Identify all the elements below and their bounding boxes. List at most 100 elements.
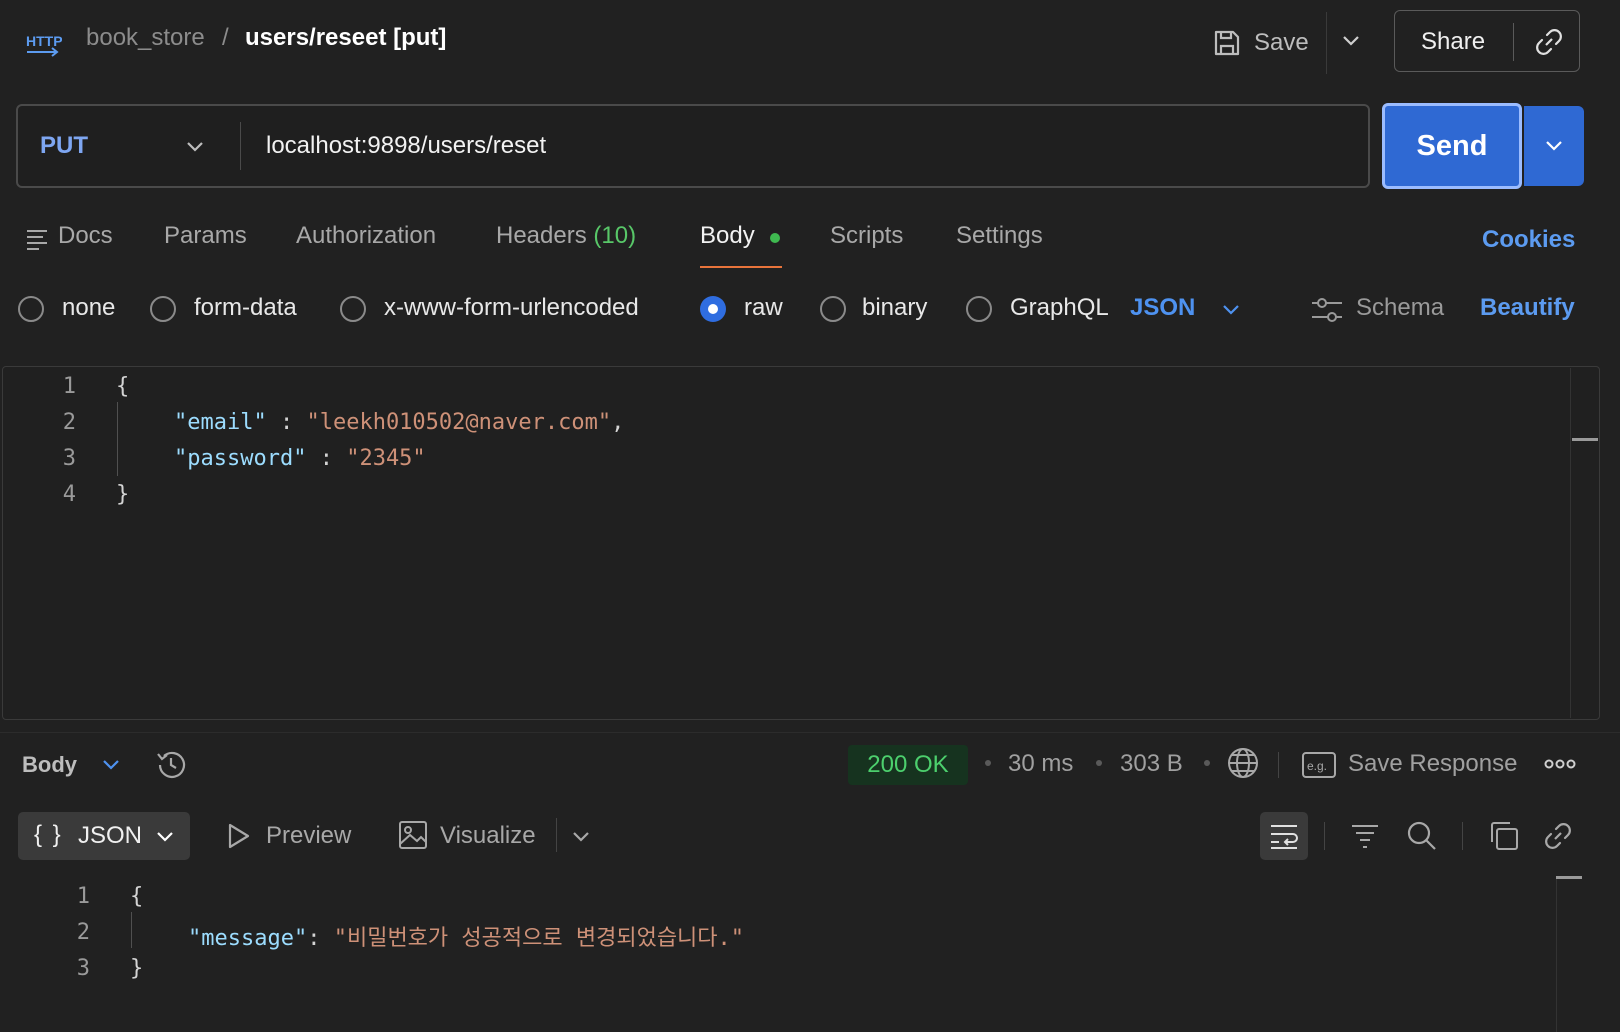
response-time[interactable]: 30 ms <box>1008 750 1073 778</box>
method-select[interactable]: PUT <box>40 132 88 160</box>
code-open-brace: { <box>116 374 130 399</box>
radio-form-data[interactable] <box>150 296 176 322</box>
json-colon: : <box>307 926 334 951</box>
radio-x-www-form-urlencoded[interactable] <box>340 296 366 322</box>
json-key-email: "email" <box>174 410 267 435</box>
line-number: 1 <box>62 374 76 399</box>
example-icon: e.g. <box>1302 752 1336 778</box>
response-scrollbar[interactable] <box>1556 876 1557 1032</box>
wrap-lines-button[interactable] <box>1260 812 1308 860</box>
share-label: Share <box>1421 28 1486 55</box>
tab-body[interactable]: Body <box>700 222 755 250</box>
globe-icon[interactable] <box>1226 746 1260 780</box>
radio-graphql[interactable] <box>966 296 992 322</box>
line-number: 4 <box>62 482 76 507</box>
json-key-message: "message" <box>188 926 308 951</box>
save-response-button[interactable]: Save Response <box>1348 750 1517 778</box>
json-value-email: "leekh010502@naver.com" <box>306 410 612 435</box>
tab-headers-label: Headers <box>496 222 587 249</box>
code-line-email: "email" : "leekh010502@naver.com", <box>174 410 624 435</box>
json-value-message: "비밀번호가 성공적으로 변경되었습니다." <box>333 926 745 951</box>
docs-icon <box>26 228 48 250</box>
visualize-button[interactable]: Visualize <box>440 822 536 850</box>
response-close-brace: } <box>130 956 144 981</box>
json-colon: : <box>266 410 307 435</box>
save-label: Save <box>1254 29 1309 56</box>
http-icon: HTTP <box>24 28 62 58</box>
response-format-select[interactable]: { } JSON <box>18 812 190 860</box>
radio-x-www-form-urlencoded-label: x-www-form-urlencoded <box>384 294 639 321</box>
radio-form-data-label: form-data <box>194 294 297 321</box>
tab-settings[interactable]: Settings <box>956 222 1043 250</box>
body-language-select[interactable]: JSON <box>1130 294 1195 322</box>
method-chevron-down-icon[interactable] <box>184 136 206 158</box>
meta-divider <box>1278 752 1279 778</box>
copy-icon[interactable] <box>1488 820 1520 852</box>
json-braces-icon: { } <box>34 821 63 848</box>
svg-text:e.g.: e.g. <box>1307 759 1327 773</box>
link-icon[interactable] <box>1533 26 1565 58</box>
radio-binary-label: binary <box>862 294 928 321</box>
save-icon <box>1212 28 1242 58</box>
language-chevron-down-icon[interactable] <box>1220 299 1242 321</box>
send-options-button[interactable] <box>1524 106 1584 186</box>
line-number: 3 <box>76 956 90 981</box>
code-line-password: "password" : "2345" <box>174 446 426 471</box>
save-button[interactable]: Save <box>1212 22 1309 64</box>
visualize-chevron-down-icon[interactable] <box>570 826 592 848</box>
radio-raw-label: raw <box>744 294 783 321</box>
request-name[interactable]: users/reseet [put] <box>245 24 446 52</box>
response-link-icon[interactable] <box>1542 820 1574 852</box>
meta-separator-dot <box>1204 760 1210 766</box>
search-icon[interactable] <box>1406 820 1438 852</box>
history-icon[interactable] <box>154 748 188 782</box>
active-tab-underline <box>700 266 782 268</box>
filter-icon[interactable] <box>1350 822 1380 850</box>
url-bar: PUT localhost:9898/users/reset <box>16 104 1370 188</box>
response-open-brace: { <box>130 884 144 909</box>
line-number: 3 <box>62 446 76 471</box>
json-colon: : <box>306 446 347 471</box>
cookies-link[interactable]: Cookies <box>1482 226 1575 254</box>
response-scroll-marker <box>1556 876 1582 879</box>
code-close-brace: } <box>116 482 130 507</box>
breadcrumb-collection[interactable]: book_store <box>86 24 205 52</box>
share-divider <box>1513 23 1514 61</box>
tab-scripts[interactable]: Scripts <box>830 222 903 250</box>
headers-count-badge: (10) <box>593 222 637 249</box>
breadcrumb-separator: / <box>222 24 229 51</box>
response-format-label: JSON <box>78 822 143 849</box>
svg-text:HTTP: HTTP <box>26 33 62 49</box>
schema-button[interactable]: Schema <box>1356 294 1444 322</box>
json-value-password: "2345" <box>346 446 426 471</box>
tab-authorization[interactable]: Authorization <box>296 222 436 250</box>
preview-button[interactable]: Preview <box>266 822 351 850</box>
beautify-button[interactable]: Beautify <box>1480 294 1575 322</box>
indent-guide <box>117 402 118 476</box>
more-options-icon[interactable] <box>1544 754 1576 774</box>
send-chevron-down-icon <box>1543 135 1565 157</box>
editor-scrollbar[interactable] <box>1570 368 1571 718</box>
json-comma: , <box>611 410 625 435</box>
line-number: 2 <box>62 410 76 435</box>
radio-none[interactable] <box>18 296 44 322</box>
response-size[interactable]: 303 B <box>1120 750 1183 778</box>
save-options-chevron-icon[interactable] <box>1340 30 1362 52</box>
radio-raw[interactable] <box>700 296 726 322</box>
image-icon <box>398 820 428 850</box>
meta-separator-dot <box>1096 760 1102 766</box>
radio-binary[interactable] <box>820 296 846 322</box>
share-button[interactable]: Share <box>1394 10 1580 72</box>
url-divider <box>240 122 241 170</box>
wrap-lines-icon <box>1269 822 1299 850</box>
response-body-select[interactable]: Body <box>22 752 77 778</box>
url-input[interactable]: localhost:9898/users/reset <box>266 132 546 160</box>
tab-docs[interactable]: Docs <box>58 222 113 250</box>
send-button[interactable]: Send <box>1382 103 1522 189</box>
status-badge[interactable]: 200 OK <box>848 745 968 785</box>
radio-graphql-label: GraphQL <box>1010 294 1109 321</box>
response-body-chevron-down-icon[interactable] <box>100 754 122 776</box>
response-divider <box>0 732 1620 733</box>
tab-headers[interactable]: Headers (10) <box>496 222 636 250</box>
tab-params[interactable]: Params <box>164 222 247 250</box>
